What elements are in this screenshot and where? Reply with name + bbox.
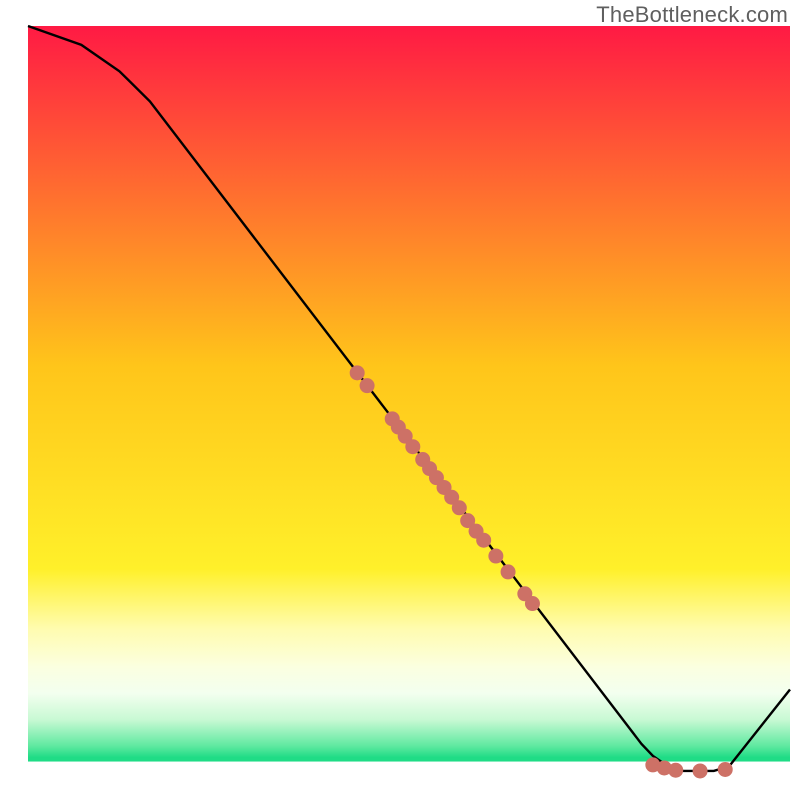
data-point [476, 533, 491, 548]
gradient-background [28, 26, 790, 780]
data-point [405, 439, 420, 454]
data-point [693, 763, 708, 778]
data-point [350, 365, 365, 380]
data-point [488, 549, 503, 564]
chart-container: TheBottleneck.com [0, 0, 800, 800]
bottleneck-chart [0, 0, 800, 800]
data-point [668, 763, 683, 778]
data-point [525, 596, 540, 611]
data-point [360, 378, 375, 393]
watermark-text: TheBottleneck.com [596, 2, 788, 28]
data-point [452, 500, 467, 515]
data-point [718, 762, 733, 777]
data-point [501, 564, 516, 579]
